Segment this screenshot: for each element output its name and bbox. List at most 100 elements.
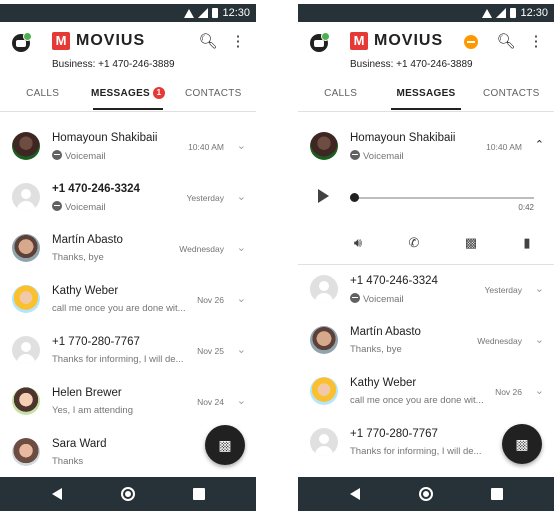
playback-knob[interactable] xyxy=(350,193,359,202)
chevron-down-icon[interactable]: ⌄ xyxy=(237,190,246,203)
list-item[interactable]: +1 470-246-3324 Voicemail Yesterday ⌄ xyxy=(298,265,554,316)
chevron-down-icon[interactable]: ⌄ xyxy=(535,282,544,295)
chevron-down-icon[interactable]: ⌄ xyxy=(535,333,544,346)
status-bar: 12:30 xyxy=(0,4,256,22)
home-icon[interactable] xyxy=(419,487,433,501)
tab-contacts[interactable]: CONTACTS xyxy=(171,80,256,111)
tab-messages[interactable]: MESSAGES xyxy=(383,80,468,111)
conversation-list: Homayoun Shakibaii Voicemail 10:40 AM ⌃ … xyxy=(298,122,554,469)
more-vert-icon[interactable]: ⋮ xyxy=(228,32,248,52)
movius-logo: M MOVIUS xyxy=(52,32,145,50)
play-icon[interactable] xyxy=(318,189,329,203)
chevron-down-icon[interactable]: ⌄ xyxy=(237,139,246,152)
recent-apps-icon[interactable] xyxy=(193,488,205,500)
compose-message-button[interactable]: ▩ xyxy=(205,425,245,465)
tab-contacts[interactable]: CONTACTS xyxy=(469,80,554,111)
compose-message-icon: ▩ xyxy=(515,436,529,452)
list-item[interactable]: +1 770-280-7767 Thanks for informing, I … xyxy=(0,326,256,377)
avatar xyxy=(310,326,338,354)
chevron-down-icon[interactable]: ⌄ xyxy=(237,241,246,254)
message-preview: Thanks for informing, I will de... xyxy=(52,354,184,365)
presence-avatar-button[interactable] xyxy=(12,32,32,52)
chevron-down-icon[interactable]: ⌄ xyxy=(237,343,246,356)
message-preview: call me once you are done wit... xyxy=(52,303,186,314)
back-icon[interactable] xyxy=(52,488,62,500)
list-item-expanded[interactable]: Homayoun Shakibaii Voicemail 10:40 AM ⌃ xyxy=(298,122,554,173)
message-preview: Thanks, bye xyxy=(350,344,402,355)
contact-name: Kathy Weber xyxy=(350,377,417,389)
tab-calls[interactable]: CALLS xyxy=(298,80,383,111)
playback-track[interactable] xyxy=(350,197,534,199)
compose-message-button[interactable]: ▩ xyxy=(502,424,542,464)
voicemail-duration: 0:42 xyxy=(518,203,534,212)
contact-name: Sara Ward xyxy=(52,438,107,450)
message-time: Nov 24 xyxy=(197,397,224,407)
contact-name: Homayoun Shakibaii xyxy=(52,132,158,144)
phone-voicemail-expanded: 12:30 M MOVIUS Business: +1 470-246-3889… xyxy=(298,0,554,511)
app-bar: M MOVIUS Business: +1 470-246-3889 🔍︎ ⋮ xyxy=(298,22,554,74)
avatar xyxy=(12,285,40,313)
message-preview: call me once you are done wit... xyxy=(350,395,484,406)
list-item[interactable]: Kathy Weber call me once you are done wi… xyxy=(298,367,554,418)
message-preview: Voicemail xyxy=(350,293,488,305)
list-item[interactable]: Helen Brewer Yes, I am attending Nov 24 … xyxy=(0,377,256,428)
phone-messages-list: 12:30 M MOVIUS Business: +1 470-246-3889… xyxy=(0,0,256,511)
search-icon[interactable]: 🔍︎ xyxy=(496,32,516,52)
avatar-placeholder xyxy=(12,183,40,211)
list-item[interactable]: Martín Abasto Thanks, bye Wednesday ⌄ xyxy=(298,316,554,367)
chevron-down-icon[interactable]: ⌄ xyxy=(237,292,246,305)
call-icon[interactable]: ✆ xyxy=(406,235,422,251)
search-icon[interactable]: 🔍︎ xyxy=(198,32,218,52)
avatar xyxy=(12,132,40,160)
chevron-down-icon[interactable]: ⌄ xyxy=(237,394,246,407)
chevron-down-icon[interactable]: ⌄ xyxy=(535,384,544,397)
avatar-placeholder xyxy=(12,336,40,364)
message-time: Nov 25 xyxy=(197,346,224,356)
message-time: Nov 26 xyxy=(197,295,224,305)
chevron-up-icon[interactable]: ⌃ xyxy=(535,138,544,151)
avatar xyxy=(12,438,40,466)
signal-icon xyxy=(496,8,507,18)
contact-name: +1 770-280-7767 xyxy=(350,428,438,440)
avatar-placeholder xyxy=(310,275,338,303)
recent-apps-icon[interactable] xyxy=(491,488,503,500)
message-time: Nov 26 xyxy=(495,387,522,397)
status-time: 12:30 xyxy=(520,7,548,19)
voicemail-icon xyxy=(52,150,62,160)
tab-bar: CALLS MESSAGES 1 CONTACTS xyxy=(0,80,256,112)
movius-logo-mark: M xyxy=(52,32,70,50)
business-number: Business: +1 470-246-3889 xyxy=(52,59,175,70)
message-preview: Thanks xyxy=(52,456,84,467)
list-item[interactable]: Martín Abasto Thanks, bye Wednesday ⌄ xyxy=(0,224,256,275)
message-preview: Yes, I am attending xyxy=(52,405,133,416)
tab-messages[interactable]: MESSAGES 1 xyxy=(85,80,170,111)
status-time: 12:30 xyxy=(222,7,250,19)
voicemail-icon xyxy=(350,293,360,303)
voicemail-icon xyxy=(52,201,62,211)
tab-bar: CALLS MESSAGES CONTACTS xyxy=(298,80,554,112)
do-not-disturb-icon[interactable] xyxy=(464,35,478,49)
trash-icon[interactable]: ▮ xyxy=(519,235,535,251)
back-icon[interactable] xyxy=(350,488,360,500)
message-time: Wednesday xyxy=(179,244,224,254)
tab-calls[interactable]: CALLS xyxy=(0,80,85,111)
presence-avatar-button[interactable] xyxy=(310,32,330,52)
contact-name: Martín Abasto xyxy=(52,234,123,246)
message-preview: Voicemail xyxy=(52,201,190,213)
list-item[interactable]: Kathy Weber call me once you are done wi… xyxy=(0,275,256,326)
contact-name: Helen Brewer xyxy=(52,387,122,399)
home-icon[interactable] xyxy=(121,487,135,501)
business-number: Business: +1 470-246-3889 xyxy=(350,59,473,70)
speaker-icon[interactable]: 🔊︎ xyxy=(350,235,366,251)
signal-icon xyxy=(198,8,209,18)
avatar xyxy=(310,377,338,405)
message-time: Wednesday xyxy=(477,336,522,346)
message-icon[interactable]: ▩ xyxy=(463,235,479,251)
wifi-icon xyxy=(184,8,195,18)
avatar-placeholder xyxy=(310,428,338,456)
contact-name: Kathy Weber xyxy=(52,285,119,297)
list-item[interactable]: Homayoun Shakibaii Voicemail 10:40 AM ⌄ xyxy=(0,122,256,173)
contact-name: Martín Abasto xyxy=(350,326,421,338)
more-vert-icon[interactable]: ⋮ xyxy=(526,32,546,52)
list-item[interactable]: +1 470-246-3324 Voicemail Yesterday ⌄ xyxy=(0,173,256,224)
